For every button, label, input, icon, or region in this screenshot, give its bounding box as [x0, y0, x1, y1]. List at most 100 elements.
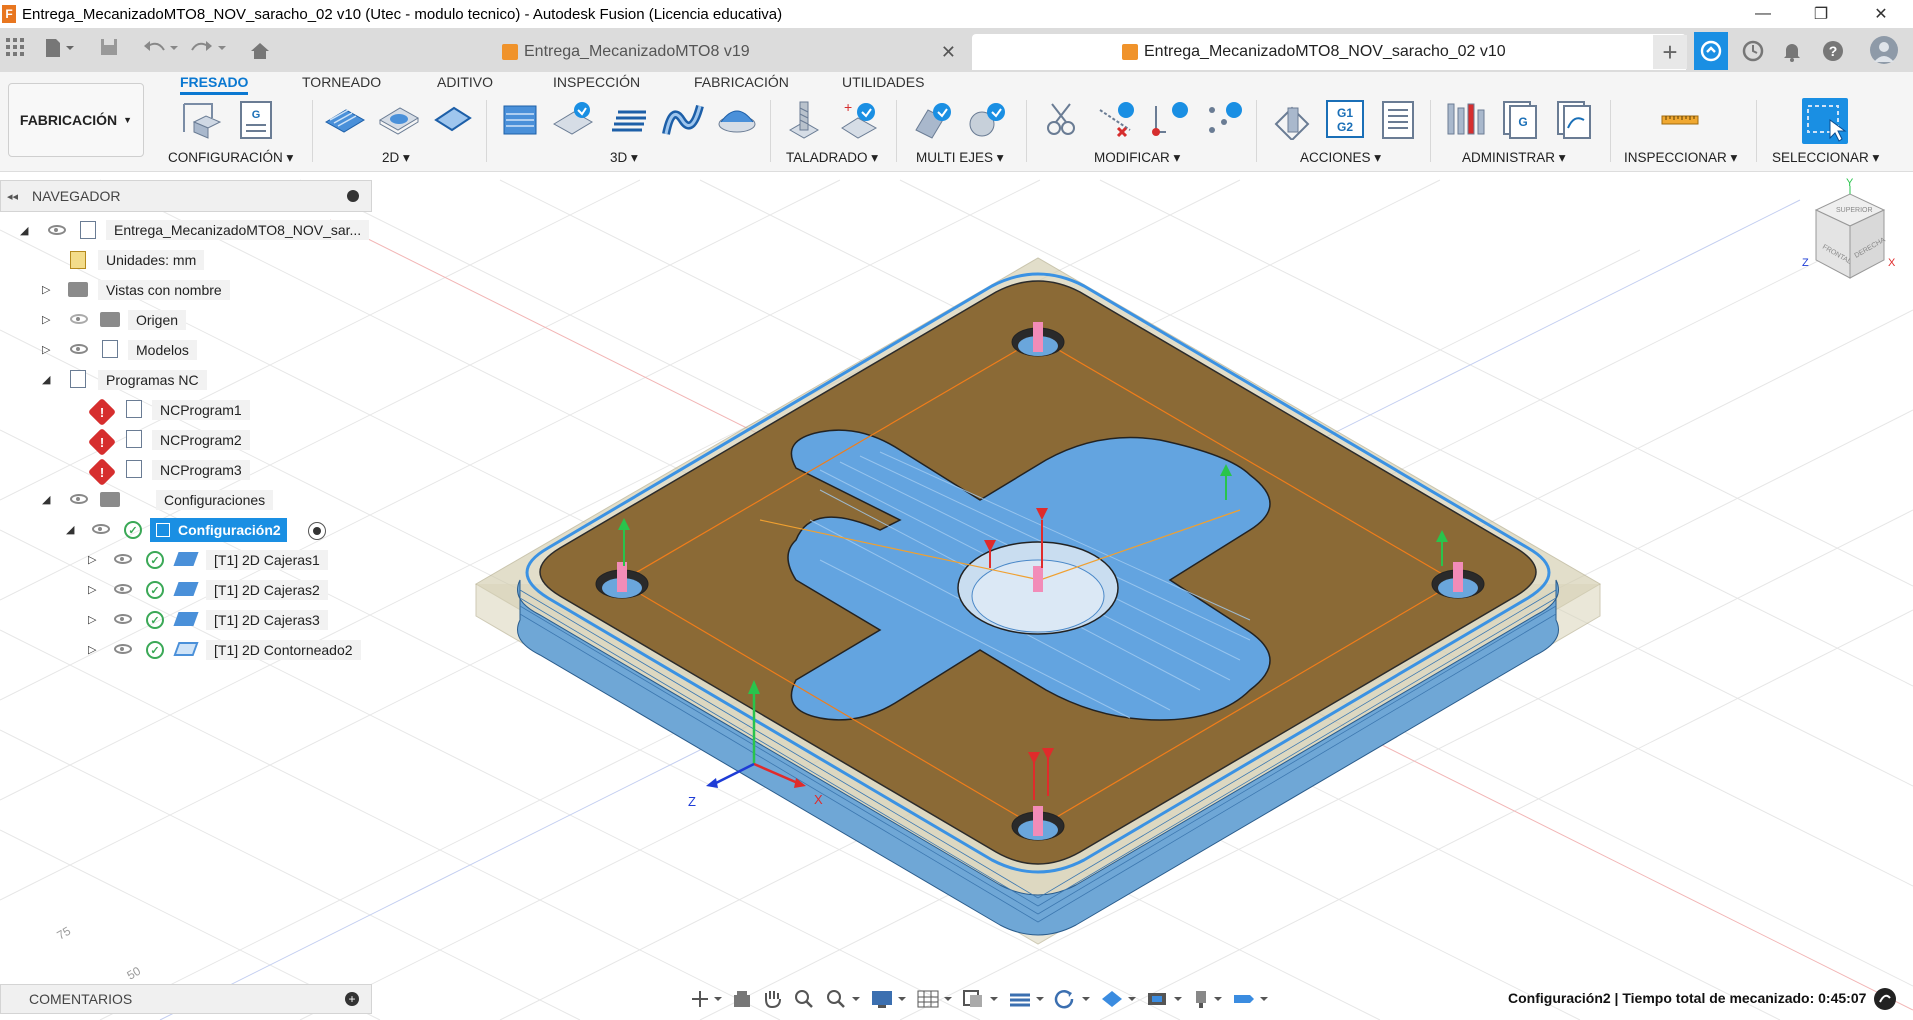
- save-icon[interactable]: [100, 38, 118, 61]
- data-panel-icon[interactable]: [1694, 32, 1728, 70]
- tree-models[interactable]: Modelos: [128, 338, 197, 362]
- 2d-contour-icon[interactable]: [432, 100, 472, 138]
- browser-options-icon[interactable]: [347, 190, 359, 202]
- tree-units[interactable]: Unidades: mm: [98, 248, 205, 272]
- help-icon[interactable]: ?: [1822, 40, 1844, 65]
- toolpath-display-icon[interactable]: [1232, 989, 1268, 1009]
- pan-hand-icon[interactable]: [762, 989, 784, 1009]
- tree-ncprogram2[interactable]: NCProgram2: [152, 428, 250, 452]
- visibility-eye-icon[interactable]: [70, 494, 88, 504]
- look-at-icon[interactable]: [732, 989, 752, 1009]
- tree-op-cajeras1[interactable]: [T1] 2D Cajeras1: [206, 548, 328, 572]
- expand-toggle-icon[interactable]: ◢: [20, 224, 28, 237]
- zoom-icon[interactable]: [794, 989, 816, 1009]
- collapse-toggle-icon[interactable]: ◢: [42, 373, 50, 386]
- expand-toggle-icon[interactable]: ▷: [88, 583, 96, 596]
- maximize-button[interactable]: ❐: [1793, 0, 1849, 28]
- activate-radio-icon[interactable]: [308, 522, 326, 540]
- new-setup-icon[interactable]: [180, 100, 222, 139]
- add-comment-icon[interactable]: +: [345, 992, 359, 1006]
- notifications-bell-icon[interactable]: [1782, 40, 1802, 65]
- expand-toggle-icon[interactable]: ▷: [42, 313, 50, 326]
- tree-op-contorneado2[interactable]: [T1] 2D Contorneado2: [206, 638, 361, 662]
- visibility-eye-icon[interactable]: [114, 584, 132, 594]
- tab-entrega-v19[interactable]: Entrega_MecanizadoMTO8 v19 ✕: [290, 34, 966, 70]
- viewports-icon[interactable]: [962, 989, 998, 1009]
- visibility-eye-icon[interactable]: [114, 614, 132, 624]
- drill-icon[interactable]: [784, 100, 822, 139]
- move-entry-icon[interactable]: [1150, 100, 1188, 138]
- visibility-eye-icon[interactable]: [48, 225, 66, 235]
- group-3d[interactable]: 3D ▾: [610, 150, 638, 166]
- post-library-icon[interactable]: G: [1500, 100, 1538, 139]
- tree-op-cajeras2[interactable]: [T1] 2D Cajeras2: [206, 578, 328, 602]
- setup-sheet-icon[interactable]: [1380, 100, 1418, 139]
- simulate-icon[interactable]: [1272, 100, 1310, 142]
- visibility-eye-icon[interactable]: [92, 524, 110, 534]
- tab-inspeccion[interactable]: INSPECCIÓN: [553, 74, 640, 90]
- group-multi-ejes[interactable]: MULTI EJES ▾: [916, 150, 1004, 166]
- browser-header[interactable]: ◂◂ NAVEGADOR: [0, 180, 372, 212]
- multiaxis-flow-icon[interactable]: [966, 100, 1005, 138]
- visibility-eye-icon[interactable]: [114, 554, 132, 564]
- visual-style-icon[interactable]: [1100, 989, 1136, 1009]
- tree-origin[interactable]: Origen: [128, 308, 187, 332]
- status-indicator-icon[interactable]: [1874, 988, 1896, 1010]
- undo-icon[interactable]: [142, 38, 178, 61]
- simulation-display-icon[interactable]: [1146, 989, 1182, 1009]
- close-tab-icon[interactable]: ✕: [941, 42, 956, 63]
- display-settings-icon[interactable]: [870, 989, 906, 1009]
- tool-display-icon[interactable]: [1192, 989, 1222, 1009]
- tab-fresado[interactable]: FRESADO: [180, 74, 249, 95]
- tool-library-icon[interactable]: [1446, 100, 1485, 138]
- orbit-move-icon[interactable]: [690, 989, 722, 1009]
- tab-torneado[interactable]: TORNEADO: [302, 74, 381, 90]
- expand-toggle-icon[interactable]: ▷: [42, 283, 50, 296]
- file-menu-icon[interactable]: [44, 38, 74, 63]
- toolpath-delete-icon[interactable]: [1096, 100, 1134, 138]
- minimize-button[interactable]: —: [1735, 0, 1791, 28]
- user-avatar[interactable]: [1870, 36, 1898, 64]
- trim-toolpath-icon[interactable]: [1040, 100, 1078, 138]
- template-library-icon[interactable]: [1554, 100, 1592, 139]
- 3d-pocket-icon[interactable]: [552, 100, 593, 138]
- 3d-scallop-icon[interactable]: [662, 100, 704, 138]
- 3d-adaptive-icon[interactable]: [500, 100, 538, 138]
- grid-settings-icon[interactable]: [916, 989, 952, 1009]
- 3d-radial-icon[interactable]: [716, 100, 756, 138]
- pattern-icon[interactable]: [1204, 100, 1242, 138]
- tree-root[interactable]: Entrega_MecanizadoMTO8_NOV_sar...: [106, 218, 370, 242]
- view-cube[interactable]: SUPERIOR FRONTAL DERECHA Y Z X: [1802, 177, 1896, 279]
- post-process-icon[interactable]: G1 G2: [1326, 100, 1364, 138]
- multiaxis-swarf-icon[interactable]: [912, 100, 951, 139]
- 2d-adaptive-icon[interactable]: [324, 100, 365, 138]
- home-icon[interactable]: [250, 42, 270, 65]
- visibility-eye-icon[interactable]: [70, 344, 88, 354]
- expand-toggle-icon[interactable]: ▷: [88, 613, 96, 626]
- expand-toggle-icon[interactable]: ▷: [88, 643, 96, 656]
- new-tab-plus-icon[interactable]: +: [1653, 35, 1687, 69]
- nc-program-icon[interactable]: G: [238, 100, 276, 139]
- tab-aditivo[interactable]: ADITIVO: [437, 74, 493, 90]
- workspace-switcher[interactable]: FABRICACIÓN ▼: [8, 83, 144, 157]
- group-configuracion[interactable]: CONFIGURACIÓN ▾: [168, 150, 293, 166]
- 2d-pocket-icon[interactable]: [378, 100, 419, 138]
- select-tool-icon[interactable]: [1802, 98, 1848, 144]
- layers-icon[interactable]: [1008, 989, 1044, 1009]
- group-taladrado[interactable]: TALADRADO ▾: [786, 150, 878, 166]
- rotate-view-icon[interactable]: [1054, 989, 1090, 1009]
- collapse-toggle-icon[interactable]: ◢: [42, 493, 50, 506]
- close-window-button[interactable]: ✕: [1853, 0, 1909, 28]
- expand-toggle-icon[interactable]: ▷: [42, 343, 50, 356]
- hole-recognition-icon[interactable]: +: [838, 99, 878, 139]
- job-status-clock-icon[interactable]: [1742, 40, 1764, 65]
- collapse-toggle-icon[interactable]: ◢: [66, 523, 74, 536]
- group-administrar[interactable]: ADMINISTRAR ▾: [1462, 150, 1566, 166]
- tree-ncprogram3[interactable]: NCProgram3: [152, 458, 250, 482]
- collapse-panel-icon[interactable]: ◂◂: [7, 190, 18, 203]
- tree-named-views[interactable]: Vistas con nombre: [98, 278, 230, 302]
- tree-ncprogram1[interactable]: NCProgram1: [152, 398, 250, 422]
- zoom-window-icon[interactable]: [826, 989, 860, 1009]
- measure-ruler-icon[interactable]: [1660, 100, 1699, 138]
- group-seleccionar[interactable]: SELECCIONAR ▾: [1772, 150, 1879, 166]
